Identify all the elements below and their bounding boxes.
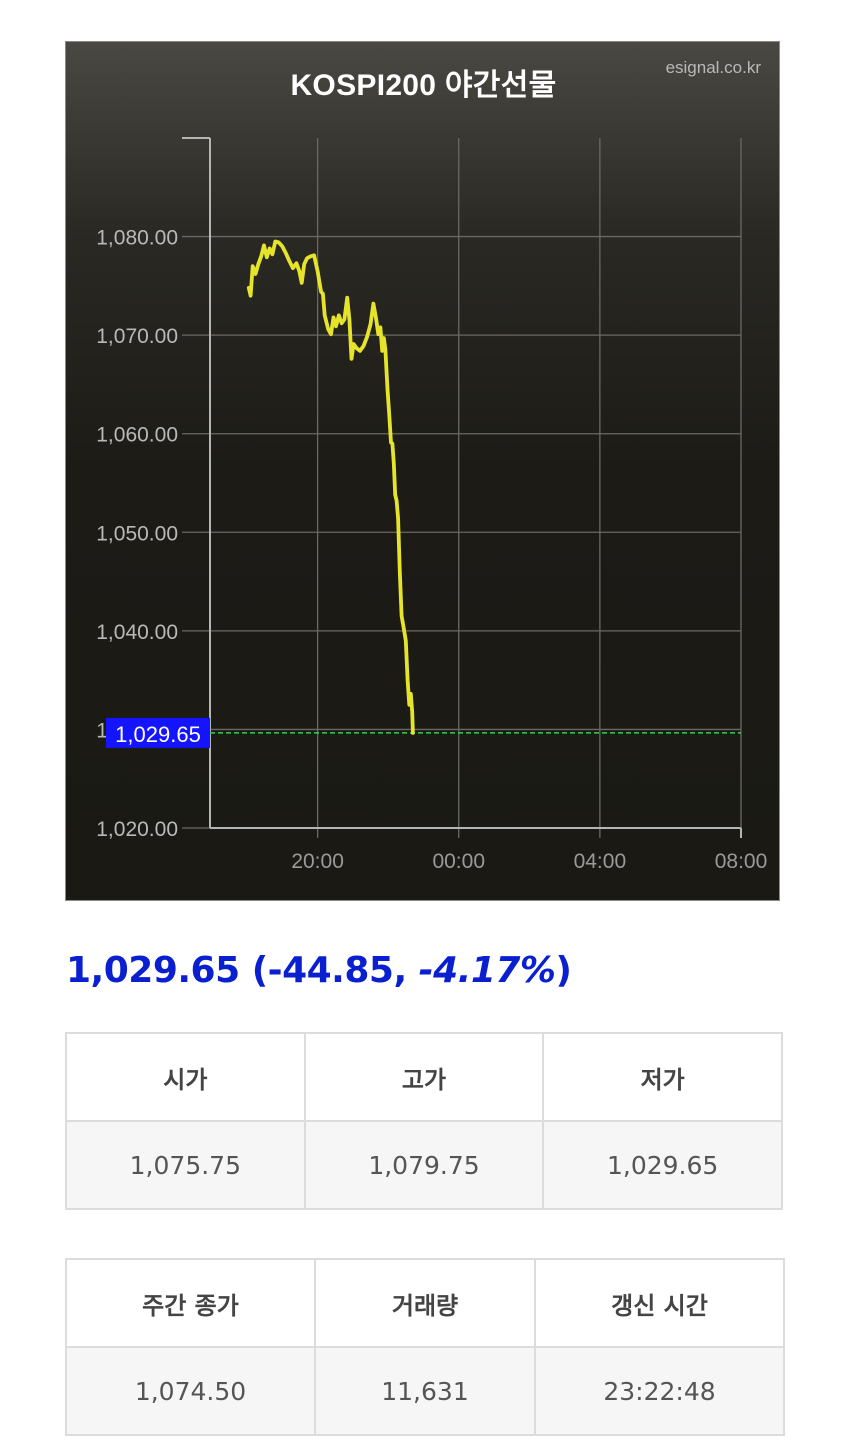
table-row: 1,074.50 11,631 23:22:48 xyxy=(65,1346,785,1436)
current-price: 1,029.65 xyxy=(66,950,240,991)
value-volume: 11,631 xyxy=(314,1346,536,1436)
value-update-time: 23:22:48 xyxy=(534,1346,785,1436)
y-tick-label: 1,080.00 xyxy=(96,227,178,250)
change-percent: -4.17% xyxy=(418,950,556,991)
price-summary: 1,029.65 (-44.85, -4.17%) xyxy=(66,950,572,991)
current-price-label: 1,029.65 xyxy=(115,722,201,747)
header-high: 고가 xyxy=(303,1032,545,1122)
header-low: 저가 xyxy=(542,1032,783,1122)
x-tick-label: 00:00 xyxy=(432,850,485,873)
price-series-line xyxy=(246,239,415,735)
header-volume: 거래량 xyxy=(314,1258,536,1348)
extra-info-table: 주간 종가 거래량 갱신 시간 1,074.50 11,631 23:22:48 xyxy=(65,1258,785,1436)
value-high: 1,079.75 xyxy=(303,1120,545,1210)
x-tick-label: 08:00 xyxy=(715,850,768,873)
header-day-close: 주간 종가 xyxy=(65,1258,316,1348)
value-day-close: 1,074.50 xyxy=(65,1346,316,1436)
header-open: 시가 xyxy=(65,1032,306,1122)
change-amount: (-44.85, xyxy=(239,950,419,991)
table-header-row: 시가 고가 저가 xyxy=(65,1032,783,1122)
chart-source-link[interactable]: esignal.co.kr xyxy=(666,58,761,78)
y-tick-label: 1,060.00 xyxy=(96,424,178,447)
table-row: 1,075.75 1,079.75 1,029.65 xyxy=(65,1120,783,1210)
y-tick-label: 1,040.00 xyxy=(96,621,178,644)
ohl-table: 시가 고가 저가 1,075.75 1,079.75 1,029.65 xyxy=(65,1032,783,1210)
table-header-row: 주간 종가 거래량 갱신 시간 xyxy=(65,1258,785,1348)
y-tick-label: 1,020.00 xyxy=(96,818,178,841)
close-paren: ) xyxy=(555,950,572,991)
chart-panel: 1,020.001,030.001,040.001,050.001,060.00… xyxy=(65,41,780,901)
value-open: 1,075.75 xyxy=(65,1120,306,1210)
y-tick-label: 1,070.00 xyxy=(96,325,178,348)
value-low: 1,029.65 xyxy=(542,1120,783,1210)
futures-line-chart: 1,020.001,030.001,040.001,050.001,060.00… xyxy=(96,137,768,873)
x-tick-label: 04:00 xyxy=(574,850,627,873)
x-tick-label: 20:00 xyxy=(291,850,344,873)
y-tick-label: 1,050.00 xyxy=(96,522,178,545)
header-update-time: 갱신 시간 xyxy=(534,1258,785,1348)
